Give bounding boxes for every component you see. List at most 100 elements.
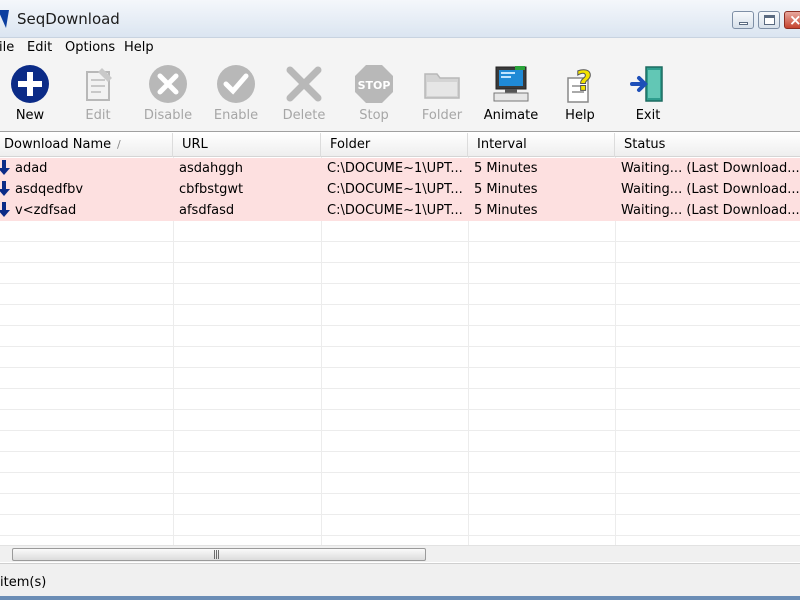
cell-interval: 5 Minutes (474, 182, 538, 197)
grid-divider (0, 409, 800, 410)
disable-button[interactable]: Disable (136, 64, 200, 128)
help-question-icon: ? (567, 64, 593, 103)
table-row[interactable]: asdqedfbv cbfbstgwt C:\DOCUME~1\UPT... 5… (0, 179, 800, 200)
grid-divider (0, 514, 800, 515)
animate-button[interactable]: Animate (479, 64, 543, 128)
cell-download-name: v<zdfsad (15, 203, 77, 218)
grid-divider (0, 325, 800, 326)
cell-url: afsdfasd (179, 203, 235, 218)
delete-label: Delete (282, 108, 326, 123)
column-label: Status (624, 137, 666, 152)
grip-icon: ||| (213, 550, 220, 560)
grid-divider (0, 283, 800, 284)
minimize-button[interactable] (732, 11, 754, 29)
delete-x-icon (286, 66, 322, 102)
cell-folder: C:\DOCUME~1\UPT... (327, 182, 463, 197)
status-item-count: item(s) (0, 575, 47, 590)
column-label: Folder (330, 137, 371, 152)
grid-divider (0, 430, 800, 431)
stop-label: Stop (359, 108, 389, 123)
close-icon: × (789, 11, 800, 29)
folder-icon (424, 73, 460, 99)
edit-label: Edit (85, 108, 111, 123)
disable-label: Disable (143, 108, 193, 123)
edit-document-icon (86, 68, 112, 101)
cell-url: cbfbstgwt (179, 182, 244, 197)
cell-folder: C:\DOCUME~1\UPT... (327, 161, 463, 176)
cell-status: Waiting... (Last Download... (621, 182, 800, 197)
horizontal-scrollbar[interactable]: ||| (0, 545, 800, 562)
menu-help[interactable]: Help (124, 40, 154, 55)
column-header-url[interactable]: URL (173, 133, 321, 157)
exit-button[interactable]: Exit (616, 64, 680, 128)
toolbar: New Edit Disable Enable Delete STOP Stop… (0, 58, 800, 132)
grid-divider (0, 346, 800, 347)
download-arrow-icon (0, 160, 10, 175)
animate-label: Animate (483, 108, 539, 123)
window-title: SeqDownload (17, 10, 120, 28)
stop-sign-icon: STOP (355, 65, 393, 103)
folder-label: Folder (421, 108, 463, 123)
table-row[interactable]: v<zdfsad afsdfasd C:\DOCUME~1\UPT... 5 M… (0, 200, 800, 221)
enable-check-icon (217, 65, 255, 103)
enable-button[interactable]: Enable (204, 64, 268, 128)
new-plus-icon (11, 65, 49, 103)
window-bottom-border (0, 596, 800, 600)
column-header-download-name[interactable]: Download Name / (0, 133, 173, 157)
exit-label: Exit (635, 108, 661, 123)
grid-divider (0, 304, 800, 305)
grid-divider (0, 367, 800, 368)
stop-button[interactable]: STOP Stop (342, 64, 406, 128)
list-header: Download Name / URL Folder Interval Stat… (0, 133, 800, 157)
new-label: New (15, 108, 45, 123)
animate-computer-icon (493, 66, 529, 102)
sort-arrow-icon: / (117, 138, 121, 151)
status-bar: item(s) (0, 563, 800, 600)
cell-interval: 5 Minutes (474, 161, 538, 176)
disable-x-icon (149, 65, 187, 103)
column-header-folder[interactable]: Folder (321, 133, 468, 157)
grid-divider (0, 535, 800, 536)
edit-button[interactable]: Edit (66, 64, 130, 128)
grid-divider (0, 451, 800, 452)
menu-edit[interactable]: Edit (27, 40, 52, 55)
scrollbar-thumb[interactable]: ||| (12, 548, 426, 561)
grid-divider (0, 472, 800, 473)
new-button[interactable]: New (0, 64, 62, 128)
column-label: URL (182, 137, 208, 152)
cell-status: Waiting... (Last Download... (621, 161, 800, 176)
minimize-icon (739, 22, 748, 25)
table-row[interactable]: adad asdahggh C:\DOCUME~1\UPT... 5 Minut… (0, 158, 800, 179)
cell-status: Waiting... (Last Download... (621, 203, 800, 218)
column-label: Download Name (4, 137, 112, 152)
maximize-button[interactable] (758, 11, 780, 29)
cell-url: asdahggh (179, 161, 243, 176)
title-bar[interactable]: SeqDownload × (0, 0, 800, 38)
svg-text:?: ? (576, 64, 592, 97)
grid-divider (0, 493, 800, 494)
enable-label: Enable (213, 108, 259, 123)
column-header-status[interactable]: Status (615, 133, 800, 157)
svg-text:STOP: STOP (358, 79, 391, 92)
delete-button[interactable]: Delete (272, 64, 336, 128)
downloads-list[interactable]: Download Name / URL Folder Interval Stat… (0, 133, 800, 545)
close-button[interactable]: × (784, 11, 800, 29)
download-arrow-icon (0, 181, 10, 196)
grid-divider (0, 388, 800, 389)
app-icon (0, 10, 9, 28)
grid-divider (0, 241, 800, 242)
menu-bar: ile Edit Options Help (0, 38, 800, 58)
help-button[interactable]: ? Help (548, 64, 612, 128)
cell-download-name: asdqedfbv (15, 182, 84, 197)
maximize-icon (764, 15, 775, 25)
column-header-interval[interactable]: Interval (468, 133, 615, 157)
menu-file[interactable]: ile (0, 40, 14, 55)
cell-folder: C:\DOCUME~1\UPT... (327, 203, 463, 218)
cell-interval: 5 Minutes (474, 203, 538, 218)
menu-options[interactable]: Options (65, 40, 115, 55)
column-label: Interval (477, 137, 527, 152)
folder-button[interactable]: Folder (410, 64, 474, 128)
exit-door-icon (630, 66, 663, 102)
download-arrow-icon (0, 202, 10, 217)
help-label: Help (565, 108, 595, 123)
